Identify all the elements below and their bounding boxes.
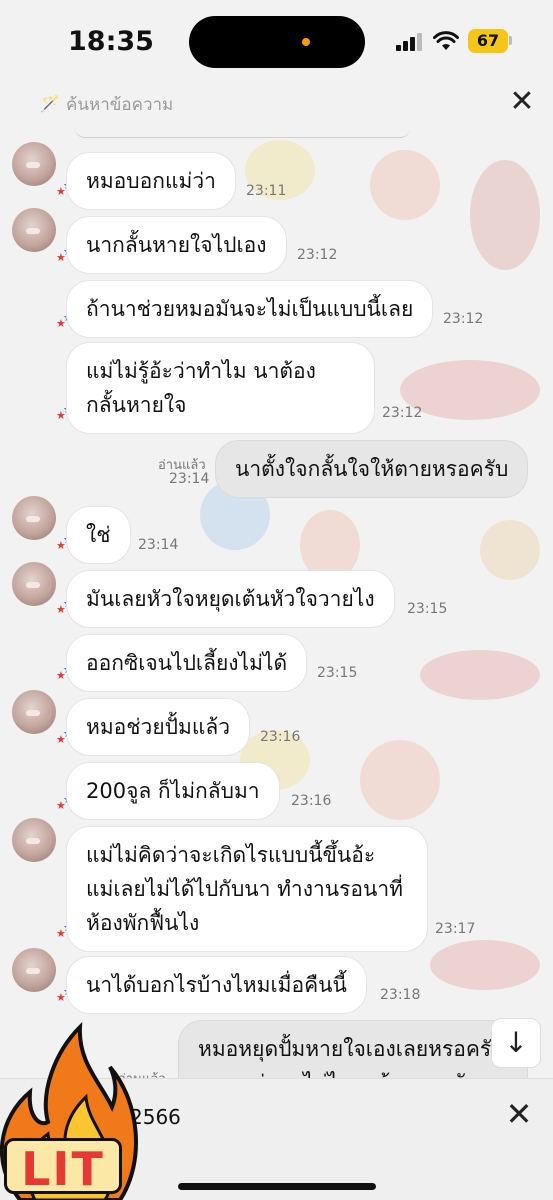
search-input[interactable]: ค้นหาข้อความ (66, 91, 173, 118)
message-bubble[interactable]: แม่ไม่รู้อ้ะว่าทำไม นาต้องกลั้นหายใจ (66, 342, 375, 434)
message-text: ออกซิเจนไปเลี้ยงไม่ได้ (86, 651, 288, 675)
avatar[interactable] (12, 142, 56, 186)
dynamic-island (189, 16, 365, 68)
message-time: 23:18 (380, 987, 421, 1003)
message-time: 23:16 (260, 729, 301, 745)
avatar[interactable] (12, 496, 56, 540)
message-text: นาตั้งใจกลั้นใจให้ตายหรอครับ (235, 457, 509, 481)
home-indicator[interactable] (178, 1183, 376, 1190)
avatar[interactable] (12, 948, 56, 992)
message-time: 23:14 (138, 537, 179, 553)
avatar[interactable] (12, 208, 56, 252)
message-time: 23:17 (435, 921, 476, 937)
chat-screen: 18:35 67 🪄 ค้นหาข้อความ ✕ ★★★ หมอบอกแม่ว… (0, 0, 553, 1200)
message-time: 23:12 (297, 247, 338, 263)
avatar[interactable] (12, 690, 56, 734)
battery-level: 67 (468, 29, 508, 53)
message-text: หมอช่วยปั้มแล้ว (86, 715, 231, 739)
previous-message-edge (75, 124, 410, 138)
scroll-to-bottom-button[interactable]: ↓ (491, 1018, 541, 1068)
avatar[interactable] (12, 818, 56, 862)
avatar[interactable] (12, 562, 56, 606)
wallpaper-decoration (470, 160, 540, 270)
message-text: ใช่ (86, 523, 111, 547)
message-time: 23:15 (317, 665, 358, 681)
message-bubble[interactable]: หมอช่วยปั้มแล้ว (66, 698, 251, 756)
privacy-indicator-dot (302, 38, 310, 46)
wallpaper-decoration (480, 520, 540, 580)
cellular-signal-icon (396, 33, 426, 51)
message-text: นาได้บอกไรบ้างไหมเมื่อคืนนี้ (86, 973, 347, 997)
wallpaper-decoration (360, 740, 440, 820)
wallpaper-decoration (370, 150, 440, 220)
message-time: 23:11 (246, 183, 287, 199)
message-search-bar[interactable]: 🪄 ค้นหาข้อความ ✕ (0, 84, 553, 124)
message-bubble[interactable]: ออกซิเจนไปเลี้ยงไม่ได้ (66, 634, 308, 692)
wifi-icon (433, 31, 459, 50)
battery-tip (509, 36, 512, 45)
wallpaper-decoration (430, 940, 540, 990)
message-text: แม่ไม่คิดว่าจะเกิดไรแบบนี้ขึ้นอ้ะ แม่เลย… (86, 843, 404, 935)
message-time: 23:14 (169, 471, 210, 487)
message-bubble[interactable]: หมอบอกแม่ว่า (66, 152, 236, 210)
message-text: หมอบอกแม่ว่า (86, 169, 216, 193)
message-text: นากลั้นหายใจไปเอง (86, 233, 267, 257)
my-message-bubble[interactable]: นาตั้งใจกลั้นใจให้ตายหรอครับ (215, 440, 529, 498)
message-bubble[interactable]: นากลั้นหายใจไปเอง (66, 216, 287, 274)
message-bubble[interactable]: ใช่ (66, 506, 131, 564)
message-bubble[interactable]: มันเลยหัวใจหยุดเต้นหัวใจวายไง (66, 570, 395, 628)
magic-wand-icon: 🪄 (40, 94, 60, 113)
message-time: 23:16 (291, 793, 332, 809)
message-bubble[interactable]: ถ้านาช่วยหมอมันจะไม่เป็นแบบนี้เลย (66, 280, 434, 338)
message-text: ถ้านาช่วยหมอมันจะไม่เป็นแบบนี้เลย (86, 297, 414, 321)
message-bubble[interactable]: แม่ไม่คิดว่าจะเกิดไรแบบนี้ขึ้นอ้ะ แม่เลย… (66, 826, 428, 952)
message-bubble[interactable]: นาได้บอกไรบ้างไหมเมื่อคืนนี้ (66, 956, 367, 1014)
message-text: แม่ไม่รู้อ้ะว่าทำไม นาต้องกลั้นหายใจ (86, 359, 316, 417)
close-result-button[interactable]: ✕ (504, 1098, 534, 1130)
status-bar: 18:35 67 (0, 0, 553, 86)
message-bubble[interactable]: 200จูล ก็ไม่กลับมา (66, 762, 280, 820)
message-text: มันเลยหัวใจหยุดเต้นหัวใจวายไง (86, 587, 375, 611)
message-time: 23:12 (382, 405, 423, 421)
message-text: 200จูล ก็ไม่กลับมา (86, 779, 260, 803)
message-time: 23:12 (443, 311, 484, 327)
close-search-button[interactable]: ✕ (508, 87, 536, 117)
message-time: 23:15 (407, 601, 448, 617)
sticker-label: LIT (4, 1138, 122, 1196)
status-time: 18:35 (68, 26, 154, 57)
wallpaper-decoration (420, 650, 540, 700)
